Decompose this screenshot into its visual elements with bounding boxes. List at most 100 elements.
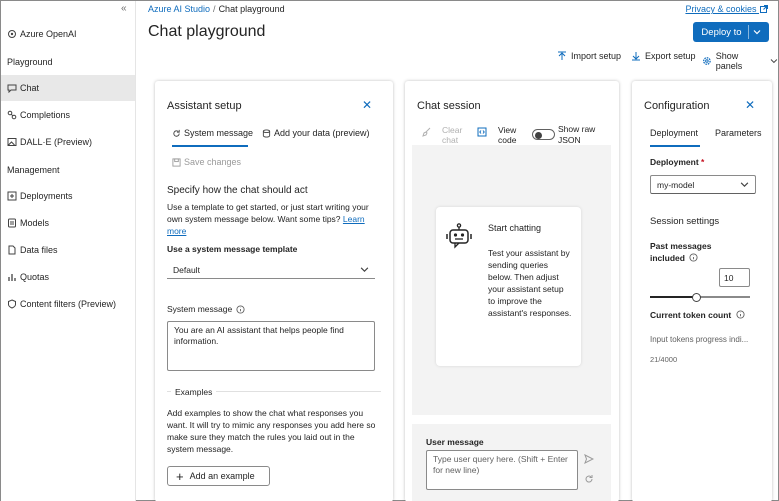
intro-text-body: Use a template to get started, or just s… [167,202,369,224]
assistant-setup-title: Assistant setup [167,100,242,112]
import-icon [558,51,566,60]
chevron-down-icon[interactable] [753,28,761,36]
token-progress-label: Input tokens progress indi... [650,335,749,344]
sidebar-item-models[interactable]: Models [1,210,135,236]
token-count-value: 21/4000 [650,355,678,364]
close-icon[interactable]: ✕ [745,98,755,112]
models-icon [7,218,17,228]
intro-text: Use a template to get started, or just s… [167,201,381,237]
deploy-to-label: Deploy to [701,26,742,38]
user-message-input[interactable]: Type user query here. (Shift + Enter for… [426,450,578,490]
sidebar-item-dalle[interactable]: DALL·E (Preview) [1,129,135,155]
external-link-icon [760,5,768,13]
send-icon[interactable] [584,454,594,464]
sidebar-item-label: DALL·E (Preview) [20,137,93,147]
show-panels-button[interactable]: Show panels [702,51,778,71]
sidebar-item-label: Data files [20,245,58,255]
show-raw-json-toggle[interactable] [532,129,555,140]
tab-parameters[interactable]: Parameters [715,128,762,138]
user-message-label: User message [426,437,484,447]
examples-label: Examples [171,387,217,397]
examples-text: Add examples to show the chat what respo… [167,408,376,454]
sidebar-section-playground: Playground [7,57,53,67]
bot-icon [446,223,472,249]
sidebar-item-chat[interactable]: Chat [1,75,135,101]
tab-system-message[interactable]: System message [172,128,253,138]
slider-fill [650,296,696,298]
chevron-down-icon [360,267,369,272]
past-messages-label-text: Past messages included [650,241,712,263]
past-messages-label: Past messages included [650,240,720,264]
token-count-label-text: Current token count [650,310,732,320]
template-label: Use a system message template [167,244,298,254]
sidebar-item-label: Content filters (Preview) [20,299,117,309]
deployment-label: Deployment * [650,157,704,167]
tab-add-your-data[interactable]: Add your data (preview) [262,128,370,138]
chevron-down-icon [770,59,778,64]
slider-thumb[interactable] [692,292,701,302]
chat-icon [7,83,17,93]
info-icon[interactable] [736,310,745,319]
azure-openai-icon [7,29,17,39]
add-example-button[interactable]: + Add an example [167,466,270,486]
image-icon [7,137,17,147]
deployment-dropdown[interactable]: my-model [650,175,756,194]
quotas-icon [7,272,17,282]
refresh-icon [173,129,180,137]
token-count-label: Current token count [650,310,745,320]
completions-icon [7,110,17,120]
page-title: Chat playground [148,23,266,40]
view-code-label: View code [498,125,517,145]
export-setup-button[interactable]: Export setup [631,51,696,61]
template-dropdown[interactable]: Default [167,261,375,279]
close-icon[interactable]: ✕ [362,98,372,112]
collapse-sidebar-icon[interactable]: « [121,3,127,14]
breadcrumb-separator: / [213,4,216,14]
sidebar-item-content-filters[interactable]: Content filters (Preview) [1,291,135,317]
export-setup-label: Export setup [645,51,696,61]
broom-icon [422,127,431,137]
breadcrumb-root-link[interactable]: Azure AI Studio [148,4,210,14]
privacy-link-label: Privacy & cookies [685,4,757,14]
sidebar-item-completions[interactable]: Completions [1,102,135,128]
clear-chat-label: Clear chat [442,125,463,145]
chat-session-title: Chat session [417,100,481,112]
system-message-label: System message [167,304,245,314]
sidebar-item-azure-openai[interactable]: Azure OpenAI [1,21,135,47]
refresh-icon[interactable] [584,474,594,484]
past-messages-input[interactable]: 10 [719,268,750,287]
breadcrumb-current: Chat playground [218,4,285,14]
start-chatting-title: Start chatting [488,223,542,233]
save-icon [172,157,181,167]
system-message-textarea[interactable]: You are an AI assistant that helps peopl… [167,321,375,371]
info-icon[interactable] [689,253,698,262]
export-icon [632,52,640,61]
tab-label: System message [184,128,254,138]
import-setup-label: Import setup [571,51,622,61]
sidebar-item-data-files[interactable]: Data files [1,237,135,263]
active-tab-indicator [172,145,248,147]
privacy-link[interactable]: Privacy & cookies [685,4,768,14]
tab-deployment[interactable]: Deployment [650,128,698,138]
configuration-panel: Configuration ✕ Deployment Parameters De… [632,81,772,501]
deploy-to-button[interactable]: Deploy to [693,22,769,42]
sidebar: « Azure OpenAI Playground Chat Completio… [1,1,136,501]
data-files-icon [7,245,17,255]
gear-icon [703,57,711,65]
active-tab-indicator [650,145,700,147]
start-chatting-card: Start chatting Test your assistant by se… [436,207,581,366]
save-changes-button[interactable]: Save changes [172,157,241,167]
sidebar-item-quotas[interactable]: Quotas [1,264,135,290]
sidebar-section-management: Management [7,165,60,175]
sidebar-item-deployments[interactable]: Deployments [1,183,135,209]
sidebar-item-label: Completions [20,110,71,120]
past-messages-slider[interactable] [650,291,750,303]
import-setup-button[interactable]: Import setup [557,51,621,61]
sidebar-item-label: Models [20,218,50,228]
database-icon [262,128,271,138]
system-message-label-text: System message [167,304,233,314]
section-heading: Specify how the chat should act [167,185,308,196]
add-example-label: Add an example [189,471,255,481]
info-icon[interactable] [236,304,245,314]
session-settings-heading: Session settings [650,216,720,227]
